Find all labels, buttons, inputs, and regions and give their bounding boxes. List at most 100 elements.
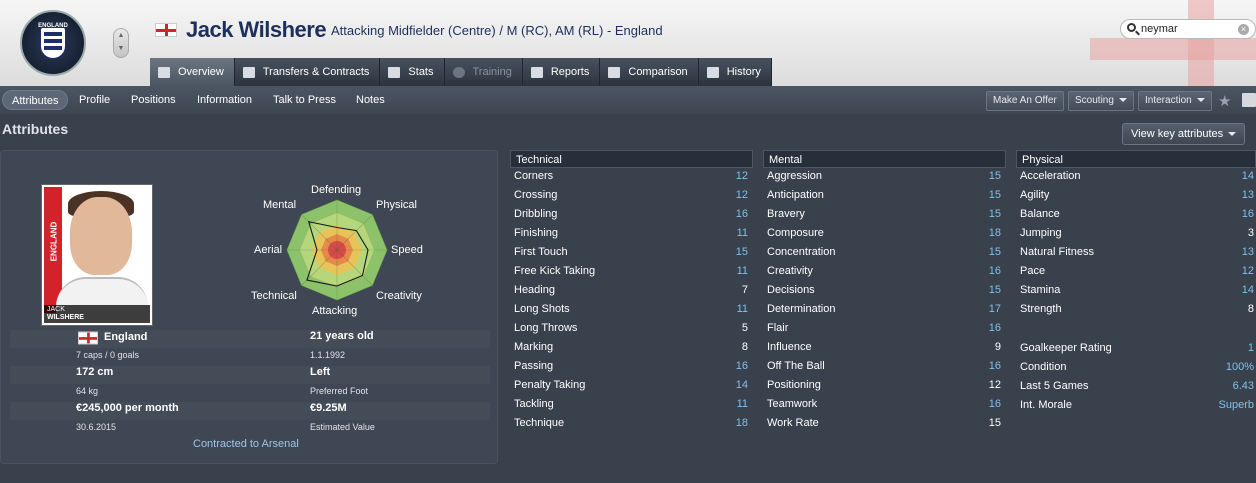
attribute-name: Marking: [514, 341, 554, 353]
attribute-name: Creativity: [767, 265, 813, 277]
attribute-row[interactable]: Bravery 15: [767, 205, 1001, 224]
radar-label-mental: Mental: [263, 199, 297, 211]
subnav-talk-to-press[interactable]: Talk to Press: [273, 90, 336, 110]
view-key-attributes-button[interactable]: View key attributes: [1122, 123, 1246, 145]
attribute-row[interactable]: Decisions 15: [767, 281, 1001, 300]
nation-badge[interactable]: ENGLAND: [20, 10, 86, 76]
clear-search-icon[interactable]: ×: [1238, 24, 1249, 35]
attribute-name: Heading: [514, 284, 555, 296]
contract-end: 30.6.2015: [76, 422, 117, 432]
badge-text: ENGLAND: [38, 23, 68, 29]
attribute-row[interactable]: Marking 8: [514, 338, 748, 357]
attribute-value: 12: [735, 189, 748, 201]
tab-training[interactable]: Training: [444, 58, 523, 86]
search-input[interactable]: neymar ×: [1120, 19, 1256, 39]
search-value: neymar: [1141, 23, 1178, 35]
attribute-row[interactable]: Technique 18: [514, 414, 748, 433]
attribute-row[interactable]: Free Kick Taking 11: [514, 262, 748, 281]
attribute-name: Anticipation: [767, 189, 824, 201]
attribute-row[interactable]: Finishing 11: [514, 224, 748, 243]
tab-label: Comparison: [628, 66, 688, 78]
attribute-name: Flair: [767, 322, 789, 334]
tab-transfers-contracts[interactable]: Transfers & Contracts: [234, 58, 381, 86]
player-stepper[interactable]: ▲ ▼: [113, 28, 129, 58]
contract-club-link[interactable]: Contracted to Arsenal: [193, 438, 299, 450]
attribute-row[interactable]: Goalkeeper Rating 1: [1020, 339, 1254, 358]
attribute-value: 12: [735, 170, 748, 182]
attribute-value: 13: [1241, 189, 1254, 201]
attribute-value: 16: [988, 265, 1001, 277]
attribute-value: 15: [988, 417, 1001, 429]
attribute-row[interactable]: Teamwork 16: [767, 395, 1001, 414]
attribute-row[interactable]: Corners 12: [514, 167, 748, 186]
tab-overview[interactable]: Overview: [150, 58, 235, 86]
attribute-row[interactable]: Balance 16: [1020, 205, 1254, 224]
attribute-value: 15: [988, 189, 1001, 201]
attribute-row[interactable]: Heading 7: [514, 281, 748, 300]
attribute-row[interactable]: Pace 12: [1020, 262, 1254, 281]
interaction-button[interactable]: Interaction: [1138, 91, 1212, 111]
make-offer-button[interactable]: Make An Offer: [986, 91, 1064, 111]
nation[interactable]: England: [104, 331, 147, 343]
attribute-value: 17: [988, 303, 1001, 315]
make-offer-label: Make An Offer: [993, 95, 1057, 106]
tab-reports[interactable]: Reports: [522, 58, 601, 86]
attribute-row[interactable]: Flair 16: [767, 319, 1001, 338]
attribute-row[interactable]: Int. Morale Superb: [1020, 396, 1254, 415]
tab-comparison[interactable]: Comparison: [600, 58, 699, 86]
subnav-profile[interactable]: Profile: [79, 90, 110, 110]
tab-label: Reports: [550, 66, 590, 78]
attribute-value: 18: [735, 417, 748, 429]
attribute-name: Int. Morale: [1020, 399, 1072, 411]
page-title: Attributes: [2, 121, 69, 137]
attribute-row[interactable]: Stamina 14: [1020, 281, 1254, 300]
scouting-button[interactable]: Scouting: [1068, 91, 1134, 111]
tab-history[interactable]: History: [698, 58, 772, 86]
attribute-name: Tackling: [514, 398, 554, 410]
photo-caption-last: WILSHERE: [47, 314, 84, 321]
attribute-row[interactable]: First Touch 15: [514, 243, 748, 262]
subnav-attributes[interactable]: Attributes: [2, 90, 69, 110]
attribute-row[interactable]: Long Throws 5: [514, 319, 748, 338]
attribute-value: 6.43: [1232, 380, 1254, 392]
attribute-row[interactable]: Influence 9: [767, 338, 1001, 357]
attribute-name: Condition: [1020, 361, 1067, 373]
chevron-down-icon: [1118, 98, 1127, 103]
attribute-row[interactable]: Concentration 15: [767, 243, 1001, 262]
photo-strip-text: ENGLAND: [49, 221, 59, 262]
attribute-row[interactable]: Acceleration 14: [1020, 167, 1254, 186]
star-icon[interactable]: ★: [1218, 92, 1231, 110]
attribute-row[interactable]: Long Shots 11: [514, 300, 748, 319]
subnav-positions[interactable]: Positions: [131, 90, 176, 110]
attribute-row[interactable]: Crossing 12: [514, 186, 748, 205]
attribute-value: 12: [988, 379, 1001, 391]
attribute-row[interactable]: Creativity 16: [767, 262, 1001, 281]
attribute-row[interactable]: Work Rate 15: [767, 414, 1001, 433]
attribute-value: 14: [1241, 170, 1254, 182]
attribute-row[interactable]: Agility 13: [1020, 186, 1254, 205]
subnav-information[interactable]: Information: [197, 90, 252, 110]
menu-icon[interactable]: [1242, 93, 1256, 107]
attribute-row[interactable]: Last 5 Games 6.43: [1020, 377, 1254, 396]
subnav-notes[interactable]: Notes: [356, 90, 385, 110]
attribute-row[interactable]: Determination 17: [767, 300, 1001, 319]
tab-stats[interactable]: Stats: [380, 58, 445, 86]
attribute-value: 15: [988, 246, 1001, 258]
attribute-row[interactable]: Strength 8: [1020, 300, 1254, 319]
attribute-row[interactable]: Jumping 3: [1020, 224, 1254, 243]
attribute-row[interactable]: Passing 16: [514, 357, 748, 376]
attribute-row[interactable]: Aggression 15: [767, 167, 1001, 186]
attribute-row[interactable]: Positioning 12: [767, 376, 1001, 395]
date-of-birth: 1.1.1992: [310, 350, 346, 360]
attribute-row[interactable]: Anticipation 15: [767, 186, 1001, 205]
attribute-row[interactable]: Composure 18: [767, 224, 1001, 243]
attribute-row[interactable]: Dribbling 16: [514, 205, 748, 224]
attribute-row[interactable]: Condition 100%: [1020, 358, 1254, 377]
tab-bar: Overview Transfers & Contracts Stats Traini…: [150, 58, 772, 86]
attribute-name: Agility: [1020, 189, 1050, 201]
attribute-name: Jumping: [1020, 227, 1062, 239]
attribute-row[interactable]: Natural Fitness 13: [1020, 243, 1254, 262]
attribute-row[interactable]: Tackling 11: [514, 395, 748, 414]
attribute-row[interactable]: Penalty Taking 14: [514, 376, 748, 395]
attribute-row[interactable]: Off The Ball 16: [767, 357, 1001, 376]
